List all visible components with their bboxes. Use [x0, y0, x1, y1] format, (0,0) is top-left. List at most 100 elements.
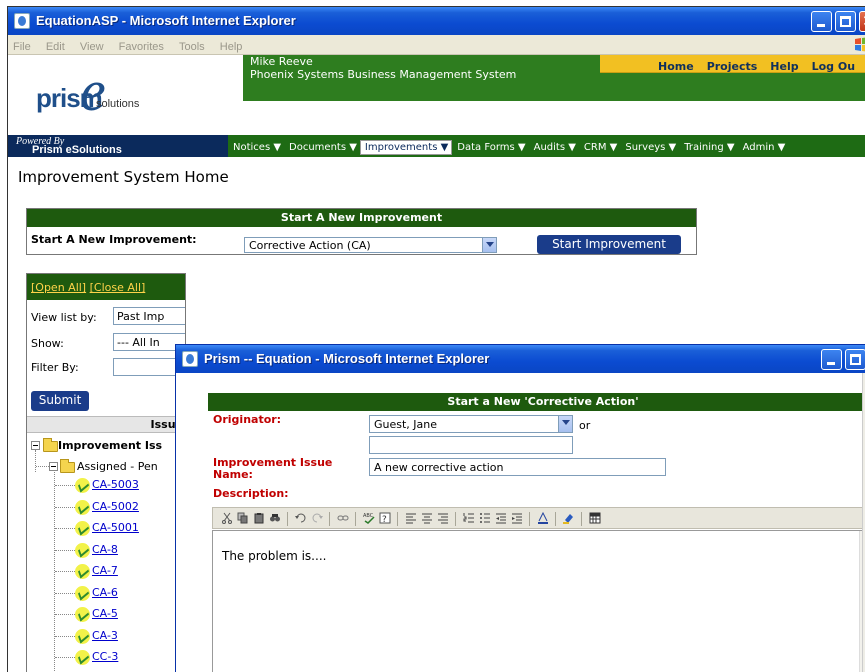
tree-item-link[interactable]: CA-5002	[92, 500, 139, 513]
nav-admin[interactable]: Admin ▼	[738, 137, 789, 153]
numbered-list-icon[interactable]	[463, 512, 475, 524]
improvement-type-select[interactable]: Corrective Action (CA)	[244, 237, 497, 253]
link-icon[interactable]	[337, 512, 349, 524]
menu-help[interactable]: Help	[215, 38, 248, 53]
copy-icon[interactable]	[237, 512, 249, 524]
start-improvement-button[interactable]: Start Improvement	[537, 235, 681, 254]
collapse-icon[interactable]	[31, 441, 40, 450]
popup-minimize-button[interactable]	[821, 349, 842, 370]
maximize-icon	[850, 354, 861, 365]
ie-icon	[14, 13, 30, 29]
menu-bar: File Edit View Favorites Tools Help	[8, 35, 865, 55]
improvement-status-icon	[75, 478, 90, 493]
windows-logo-icon	[855, 37, 865, 52]
tree-item-link[interactable]: CA-6	[92, 586, 118, 599]
menu-tools[interactable]: Tools	[174, 38, 210, 53]
find-icon[interactable]	[269, 512, 281, 524]
tree-root-label[interactable]: Improvement Iss	[58, 439, 162, 452]
text-color-icon[interactable]	[537, 512, 549, 524]
improvement-status-icon	[75, 607, 90, 622]
popup-title-bar[interactable]: Prism -- Equation - Microsoft Internet E…	[176, 345, 865, 373]
tree-item-link[interactable]: CA-5001	[92, 521, 139, 534]
nav-surveys[interactable]: Surveys ▼	[620, 137, 679, 153]
originator-label: Originator:	[213, 413, 282, 426]
outdent-icon[interactable]	[495, 512, 507, 524]
bullet-list-icon[interactable]	[479, 512, 491, 524]
cut-icon[interactable]	[221, 512, 233, 524]
paste-icon[interactable]	[253, 512, 265, 524]
tree-line	[55, 549, 75, 551]
tree-line	[55, 571, 75, 572]
tree-item-link[interactable]: CC-3	[92, 650, 118, 663]
collapse-icon[interactable]	[49, 462, 58, 471]
issue-column-header[interactable]: Issue	[27, 416, 185, 433]
tree-folder-label[interactable]: Assigned - Pen	[77, 460, 158, 473]
align-left-icon[interactable]	[405, 512, 417, 524]
powered-by: Powered By Prism eSolutions	[8, 135, 228, 157]
help-icon[interactable]: ?	[379, 512, 391, 524]
toolbar-separator	[529, 512, 530, 526]
logo-solutions: solutions	[96, 98, 140, 110]
chevron-down-icon[interactable]	[558, 416, 572, 432]
align-center-icon[interactable]	[421, 512, 433, 524]
prism-logo[interactable]: e prism solutions	[18, 58, 183, 129]
align-right-icon[interactable]	[437, 512, 449, 524]
nav-audits[interactable]: Audits ▼	[529, 137, 579, 153]
link-logout[interactable]: Log Ou	[799, 57, 855, 73]
tree-item-link[interactable]: CA-7	[92, 564, 118, 577]
start-improvement-box: Start A New Improvement Start A New Impr…	[26, 208, 697, 255]
maximize-button[interactable]	[835, 11, 856, 32]
nav-data-forms[interactable]: Data Forms ▼	[452, 137, 528, 153]
minimize-button[interactable]	[811, 11, 832, 32]
popup-maximize-button[interactable]	[845, 349, 865, 370]
issue-name-input[interactable]: A new corrective action	[369, 458, 666, 476]
spellcheck-icon[interactable]: ABC	[363, 512, 375, 524]
start-box-label: Start A New Improvement:	[31, 233, 197, 246]
tree-item-link[interactable]: CA-8	[92, 543, 118, 556]
undo-icon[interactable]	[295, 512, 307, 524]
ie-icon	[182, 351, 198, 367]
menu-file[interactable]: File	[8, 38, 36, 53]
toolbar-separator	[287, 512, 288, 526]
top-links: Home Projects Help Log Ou	[600, 55, 865, 73]
improvement-status-icon	[75, 650, 90, 665]
main-browser-window: EquationASP - Microsoft Internet Explore…	[7, 6, 865, 672]
submit-button[interactable]: Submit	[31, 391, 89, 411]
popup-body: Start a New 'Corrective Action' Originat…	[176, 373, 865, 672]
tree-item-link[interactable]: CA-3	[92, 629, 118, 642]
chevron-down-icon[interactable]	[482, 238, 496, 252]
nav-improvements[interactable]: Improvements ▼	[359, 140, 453, 155]
originator-other-input[interactable]	[369, 436, 573, 454]
view-list-select[interactable]: Past Imp	[113, 307, 185, 325]
main-title-bar[interactable]: EquationASP - Microsoft Internet Explore…	[8, 7, 865, 35]
table-icon[interactable]	[589, 512, 601, 524]
nav-documents[interactable]: Documents ▼	[284, 137, 360, 153]
show-label: Show:	[31, 337, 64, 350]
menu-favorites[interactable]: Favorites	[114, 38, 169, 53]
toolbar-separator	[455, 512, 456, 526]
menu-edit[interactable]: Edit	[41, 38, 70, 53]
originator-select[interactable]: Guest, Jane	[369, 415, 573, 433]
nav-crm[interactable]: CRM ▼	[579, 137, 620, 153]
improvement-status-icon	[75, 542, 90, 558]
close-all-link[interactable]: [Close All]	[90, 281, 146, 294]
redo-icon[interactable]	[311, 512, 323, 524]
improvement-status-icon	[75, 521, 90, 536]
open-all-link[interactable]: [Open All]	[31, 281, 86, 294]
tree-item-link[interactable]: CA-5003	[92, 478, 139, 491]
svg-text:?: ?	[382, 515, 387, 524]
link-projects[interactable]: Projects	[694, 57, 758, 73]
tree-item-link[interactable]: CA-5	[92, 607, 118, 620]
description-editor[interactable]: The problem is....	[212, 530, 865, 672]
nav-notices[interactable]: Notices ▼	[228, 137, 284, 153]
menu-view[interactable]: View	[75, 38, 109, 53]
close-button[interactable]: ✕	[859, 11, 865, 32]
improvement-type-value: Corrective Action (CA)	[249, 239, 371, 252]
link-help[interactable]: Help	[757, 57, 798, 73]
highlight-icon[interactable]	[563, 512, 575, 524]
current-user: Mike Reeve	[250, 55, 313, 68]
tree-line	[54, 472, 55, 672]
indent-icon[interactable]	[511, 512, 523, 524]
link-home[interactable]: Home	[600, 57, 694, 73]
nav-training[interactable]: Training ▼	[679, 137, 737, 153]
